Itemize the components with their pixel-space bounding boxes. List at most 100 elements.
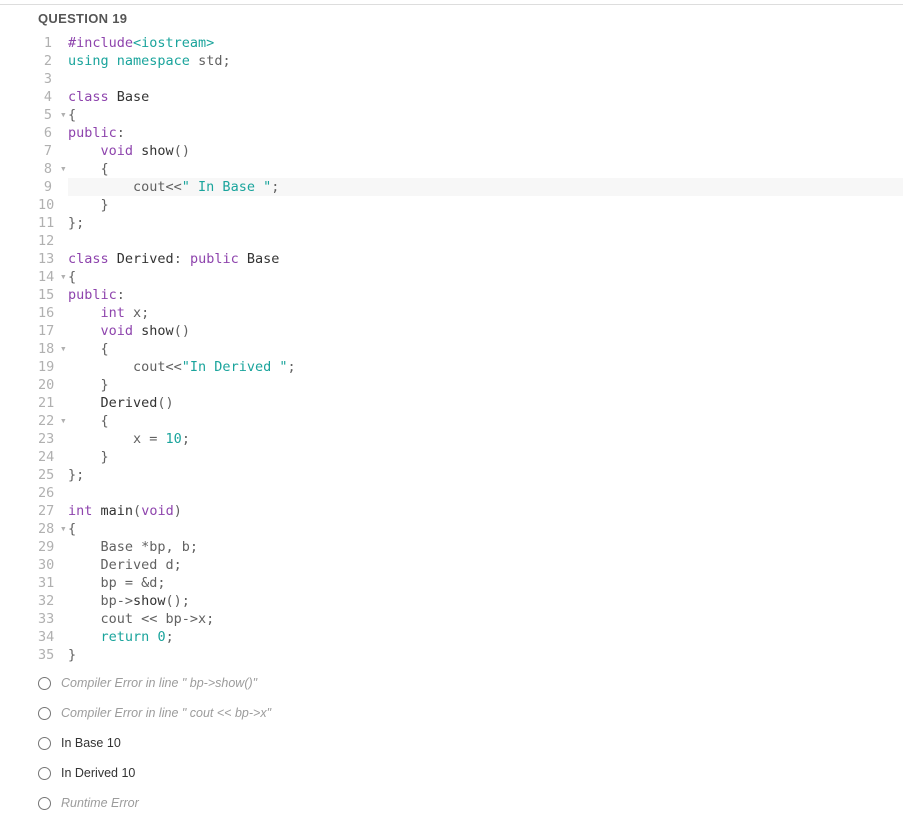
- line-number: 24: [38, 448, 60, 466]
- code-line: 28▾{: [38, 520, 903, 538]
- code-content: }: [68, 196, 903, 214]
- line-number: 25: [38, 466, 60, 484]
- code-content: using namespace std;: [68, 52, 903, 70]
- answer-label: Compiler Error in line " cout << bp->x": [61, 706, 271, 720]
- fold-marker-icon[interactable]: ▾: [60, 106, 68, 124]
- code-line: 20 }: [38, 376, 903, 394]
- code-line: 32 bp->show();: [38, 592, 903, 610]
- line-number: 20: [38, 376, 60, 394]
- code-line: 29 Base *bp, b;: [38, 538, 903, 556]
- code-line: 30 Derived d;: [38, 556, 903, 574]
- code-content: void show(): [68, 322, 903, 340]
- question-title: QUESTION 19: [38, 11, 903, 26]
- fold-marker-icon: [60, 556, 68, 574]
- fold-marker-icon: [60, 430, 68, 448]
- line-number: 32: [38, 592, 60, 610]
- code-content: };: [68, 214, 903, 232]
- code-line: 14▾{: [38, 268, 903, 286]
- answer-option[interactable]: Runtime Error: [38, 796, 903, 810]
- answer-option[interactable]: In Derived 10: [38, 766, 903, 780]
- code-content: class Base: [68, 88, 903, 106]
- fold-marker-icon: [60, 52, 68, 70]
- line-number: 9: [38, 178, 60, 196]
- fold-marker-icon[interactable]: ▾: [60, 268, 68, 286]
- code-content: bp->show();: [68, 592, 903, 610]
- code-line: 5▾{: [38, 106, 903, 124]
- line-number: 33: [38, 610, 60, 628]
- answer-option[interactable]: In Base 10: [38, 736, 903, 750]
- line-number: 23: [38, 430, 60, 448]
- line-number: 31: [38, 574, 60, 592]
- line-number: 30: [38, 556, 60, 574]
- fold-marker-icon: [60, 376, 68, 394]
- code-content: {: [68, 340, 903, 358]
- code-line: 4 class Base: [38, 88, 903, 106]
- answer-radio[interactable]: [38, 797, 51, 810]
- code-content: {: [68, 160, 903, 178]
- answer-radio[interactable]: [38, 767, 51, 780]
- code-line: 22▾ {: [38, 412, 903, 430]
- fold-marker-icon: [60, 538, 68, 556]
- code-content: };: [68, 466, 903, 484]
- code-content: #include<iostream>: [68, 34, 903, 52]
- code-line: 12: [38, 232, 903, 250]
- fold-marker-icon: [60, 286, 68, 304]
- answer-label: In Derived 10: [61, 766, 135, 780]
- line-number: 28: [38, 520, 60, 538]
- line-number: 27: [38, 502, 60, 520]
- fold-marker-icon: [60, 322, 68, 340]
- line-number: 1: [38, 34, 60, 52]
- code-content: void show(): [68, 142, 903, 160]
- code-line: 25};: [38, 466, 903, 484]
- code-line: 10 }: [38, 196, 903, 214]
- code-content: }: [68, 448, 903, 466]
- code-content: public:: [68, 286, 903, 304]
- question-container: QUESTION 19 1 #include<iostream> 2 using na…: [0, 5, 903, 810]
- code-line: 17 void show(): [38, 322, 903, 340]
- line-number: 26: [38, 484, 60, 502]
- code-line: 21 Derived(): [38, 394, 903, 412]
- code-line: 33 cout << bp->x;: [38, 610, 903, 628]
- code-line: 27int main(void): [38, 502, 903, 520]
- line-number: 6: [38, 124, 60, 142]
- line-number: 11: [38, 214, 60, 232]
- code-block: 1 #include<iostream> 2 using namespace std;…: [38, 34, 903, 664]
- code-content: int x;: [68, 304, 903, 322]
- code-line: 13 class Derived: public Base: [38, 250, 903, 268]
- fold-marker-icon[interactable]: ▾: [60, 340, 68, 358]
- code-line: 6public:: [38, 124, 903, 142]
- line-number: 22: [38, 412, 60, 430]
- code-line: 7 void show(): [38, 142, 903, 160]
- fold-marker-icon[interactable]: ▾: [60, 520, 68, 538]
- line-number: 18: [38, 340, 60, 358]
- code-line: 8▾ {: [38, 160, 903, 178]
- line-number: 4: [38, 88, 60, 106]
- answer-radio[interactable]: [38, 677, 51, 690]
- answer-option[interactable]: Compiler Error in line " bp->show()": [38, 676, 903, 690]
- code-content: cout << bp->x;: [68, 610, 903, 628]
- code-content: }: [68, 646, 903, 664]
- fold-marker-icon: [60, 250, 68, 268]
- fold-marker-icon: [60, 214, 68, 232]
- answer-radio[interactable]: [38, 707, 51, 720]
- line-number: 29: [38, 538, 60, 556]
- fold-marker-icon: [60, 232, 68, 250]
- answer-radio[interactable]: [38, 737, 51, 750]
- code-line: 15 public:: [38, 286, 903, 304]
- fold-marker-icon[interactable]: ▾: [60, 412, 68, 430]
- code-content: class Derived: public Base: [68, 250, 903, 268]
- code-line: 2 using namespace std;: [38, 52, 903, 70]
- line-number: 15: [38, 286, 60, 304]
- line-number: 14: [38, 268, 60, 286]
- code-line: 16 int x;: [38, 304, 903, 322]
- fold-marker-icon: [60, 484, 68, 502]
- fold-marker-icon: [60, 502, 68, 520]
- line-number: 13: [38, 250, 60, 268]
- code-content: cout<<" In Base ";: [68, 178, 903, 196]
- answer-label: Runtime Error: [61, 796, 139, 810]
- fold-marker-icon: [60, 448, 68, 466]
- line-number: 2: [38, 52, 60, 70]
- line-number: 17: [38, 322, 60, 340]
- fold-marker-icon[interactable]: ▾: [60, 160, 68, 178]
- answer-option[interactable]: Compiler Error in line " cout << bp->x": [38, 706, 903, 720]
